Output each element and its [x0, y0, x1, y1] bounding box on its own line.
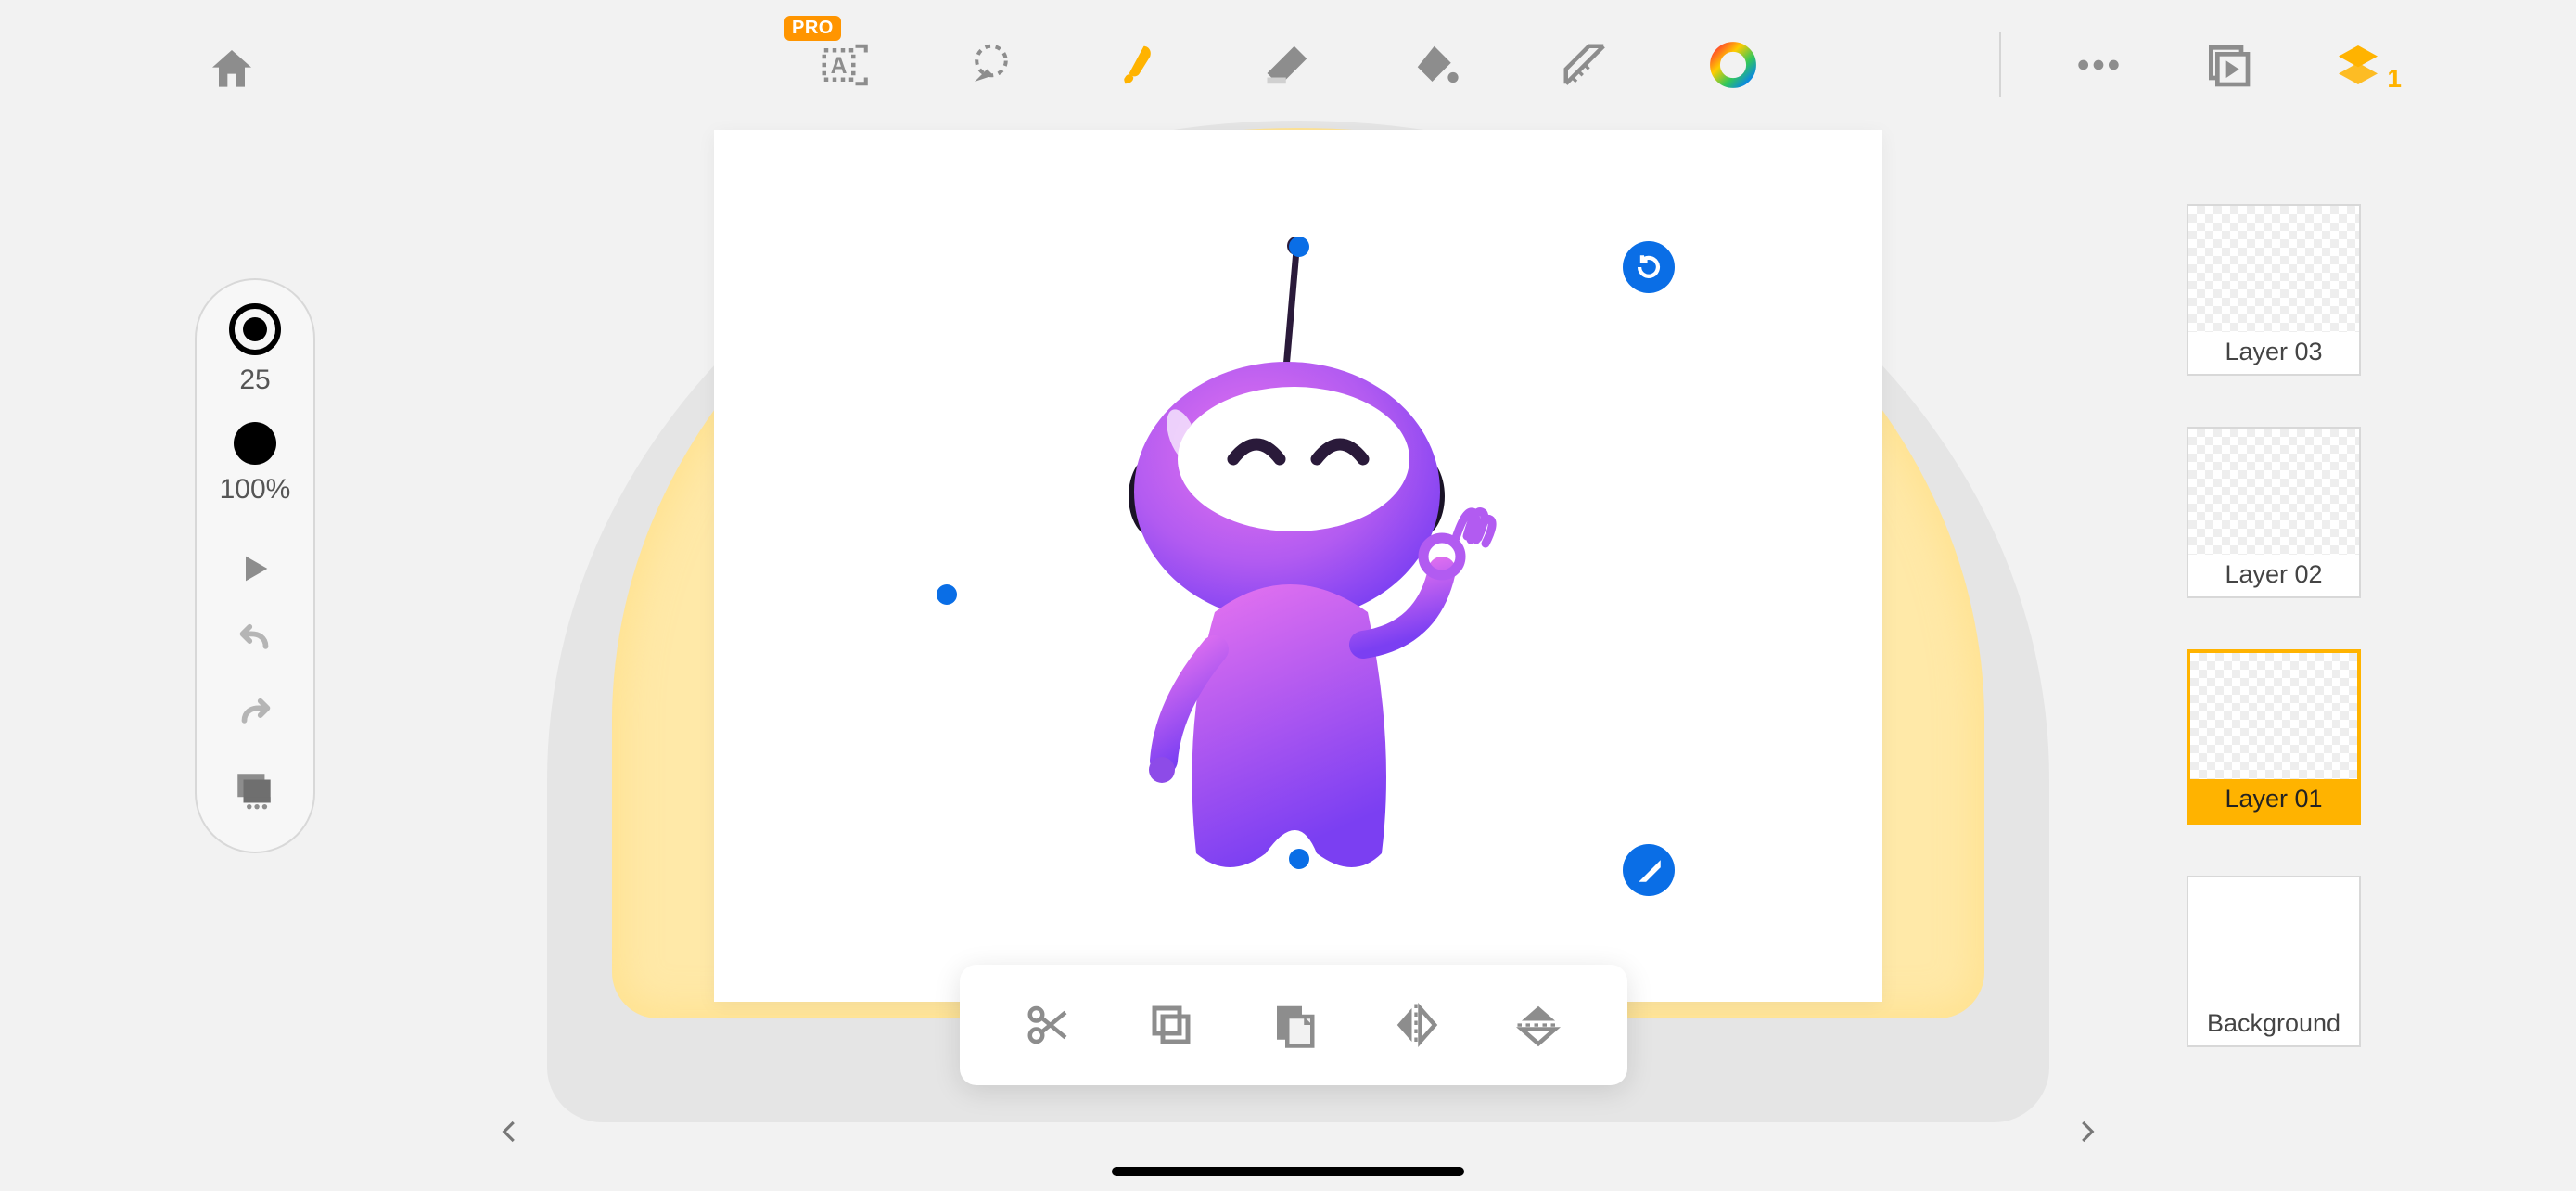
selection-handle-top[interactable]: [1289, 237, 1309, 257]
paste-button[interactable]: [1261, 992, 1326, 1057]
flip-vertical-button[interactable]: [1506, 992, 1571, 1057]
canvas[interactable]: [714, 130, 1882, 1002]
layer-thumbnail: [2188, 206, 2359, 332]
home-indicator: [1112, 1167, 1464, 1176]
selection-scale-handle[interactable]: [1623, 844, 1675, 896]
frames-button[interactable]: [227, 763, 283, 819]
top-toolbar: PRO A: [0, 0, 2576, 130]
layer-label: Layer 01: [2190, 779, 2357, 821]
top-tools-group: PRO A: [773, 28, 1803, 102]
eraser-icon: [1263, 40, 1313, 90]
flip-vertical-icon: [1513, 1000, 1563, 1050]
flip-horizontal-icon: [1391, 1000, 1441, 1050]
brush-size-control[interactable]: [229, 303, 281, 355]
opacity-control[interactable]: [234, 422, 276, 465]
selection-context-bar: [960, 965, 1627, 1085]
paste-icon: [1269, 1000, 1319, 1050]
top-right-group: 1: [1999, 28, 2391, 102]
scale-icon: [1633, 854, 1664, 886]
layer-thumbnail: [2188, 429, 2359, 555]
redo-button[interactable]: [227, 689, 283, 745]
flip-horizontal-button[interactable]: [1384, 992, 1448, 1057]
next-frame-button[interactable]: [2068, 1104, 2105, 1159]
selection-handle-bottom[interactable]: [1289, 849, 1309, 869]
lasso-tool-button[interactable]: [959, 32, 1024, 97]
ruler-icon: [1560, 40, 1610, 90]
play-icon: [236, 550, 274, 587]
toolbar-divider: [1999, 32, 2001, 97]
brush-size-label: 25: [239, 365, 270, 396]
selection-handle-left[interactable]: [937, 584, 957, 605]
canvas-artwork: [714, 130, 1882, 1002]
layer-label: Layer 02: [2188, 555, 2359, 596]
ruler-tool-button[interactable]: [1552, 32, 1617, 97]
more-menu-button[interactable]: [2066, 32, 2131, 97]
play-preview-button[interactable]: [2196, 32, 2261, 97]
brush-icon: [1115, 40, 1165, 90]
copy-button[interactable]: [1139, 992, 1204, 1057]
layer-item-selected[interactable]: Layer 01: [2187, 649, 2361, 825]
paint-bucket-icon: [1411, 40, 1461, 90]
play-stack-icon: [2202, 39, 2254, 91]
selection-rotate-handle[interactable]: [1623, 241, 1675, 293]
layer-label: Layer 03: [2188, 332, 2359, 374]
frames-stack-icon: [232, 768, 278, 814]
layer-item[interactable]: Layer 03: [2187, 204, 2361, 376]
play-button[interactable]: [227, 541, 283, 596]
chevron-right-icon: [2072, 1109, 2100, 1154]
ellipsis-icon: [2072, 39, 2124, 91]
pro-badge: PRO: [784, 16, 841, 41]
color-wheel-icon: [1709, 41, 1757, 89]
opacity-label: 100%: [220, 474, 291, 506]
layers-count-badge: 1: [2387, 64, 2402, 94]
layer-item-background[interactable]: Background: [2187, 876, 2361, 1047]
layers-toggle-button[interactable]: 1: [2326, 32, 2391, 97]
brush-tool-button[interactable]: [1107, 32, 1172, 97]
layers-icon: [2332, 39, 2384, 91]
undo-button[interactable]: [227, 615, 283, 671]
undo-icon: [234, 621, 276, 664]
svg-text:A: A: [831, 54, 848, 79]
redo-icon: [234, 696, 276, 738]
chevron-left-icon: [496, 1109, 524, 1154]
color-tool-button[interactable]: [1701, 32, 1766, 97]
layer-label: Background: [2188, 1004, 2359, 1045]
prev-frame-button[interactable]: [491, 1104, 529, 1159]
layers-panel: Layer 03 Layer 02 Layer 01 Background: [2187, 204, 2372, 1047]
layer-thumbnail: [2190, 653, 2357, 779]
home-icon: [206, 44, 258, 96]
fill-tool-button[interactable]: [1404, 32, 1469, 97]
home-button[interactable]: [204, 42, 260, 97]
copy-icon: [1146, 1000, 1196, 1050]
text-tool-button[interactable]: PRO A: [810, 32, 875, 97]
layer-thumbnail: [2188, 877, 2359, 1004]
text-tool-icon: A: [818, 40, 868, 90]
lasso-icon: [966, 40, 1016, 90]
cut-button[interactable]: [1016, 992, 1081, 1057]
layer-item[interactable]: Layer 02: [2187, 427, 2361, 598]
scissors-icon: [1024, 1000, 1074, 1050]
left-tool-panel: 25 100%: [195, 278, 315, 853]
eraser-tool-button[interactable]: [1256, 32, 1320, 97]
rotate-icon: [1633, 251, 1664, 283]
